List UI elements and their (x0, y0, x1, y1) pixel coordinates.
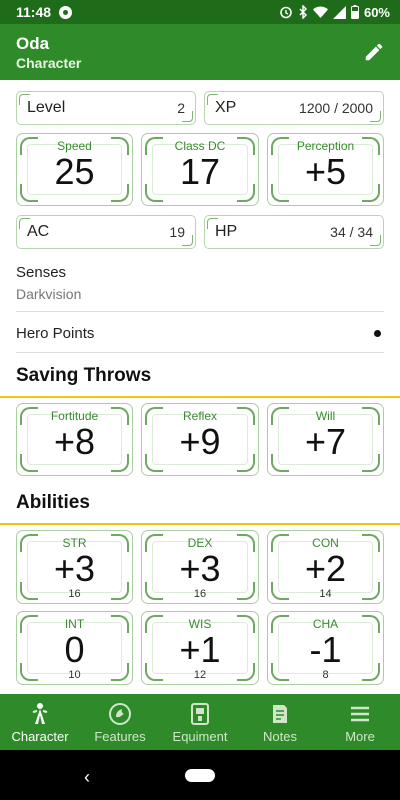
nav-features[interactable]: Features (80, 694, 160, 750)
character-icon (32, 703, 48, 724)
level-label: Level (27, 99, 66, 116)
level-value: 2 (177, 100, 185, 116)
ac-label: AC (27, 223, 50, 240)
hp-field[interactable]: HP 34 / 34 (204, 215, 384, 249)
nav-more[interactable]: More (320, 694, 400, 750)
status-bar: 11:48 60% (0, 0, 400, 24)
will-card[interactable]: Will +7 (267, 403, 384, 476)
ability-modifier: +3 (53, 548, 96, 589)
edit-button[interactable] (360, 38, 388, 66)
ac-value: 19 (169, 224, 185, 240)
equipment-icon (191, 703, 209, 725)
ability-score: 12 (193, 669, 207, 681)
ability-score: 10 (68, 669, 81, 681)
xp-value: 1200 / 2000 (299, 100, 373, 116)
ability-score: 14 (319, 588, 332, 600)
senses-value: Darkvision (16, 286, 82, 302)
nav-label: Features (94, 729, 146, 744)
notification-icon (59, 5, 73, 19)
battery-percent: 60% (363, 4, 390, 20)
back-icon[interactable]: ‹ (84, 767, 90, 788)
will-value: +7 (304, 421, 347, 462)
perception-value: +5 (304, 151, 347, 192)
ability-modifier: +2 (304, 548, 347, 589)
system-navigation-bar: ‹ (0, 750, 400, 800)
ability-dex-card[interactable]: DEX +3 16 (141, 530, 259, 604)
section-divider (0, 396, 400, 398)
hero-points-row[interactable]: Hero Points (16, 323, 384, 343)
speed-card[interactable]: Speed 25 (16, 133, 133, 206)
page-subtitle: Character (16, 55, 82, 71)
ability-score: 16 (193, 588, 207, 600)
app-bar: Oda Character (0, 24, 400, 80)
reflex-card[interactable]: Reflex +9 (141, 403, 259, 476)
nav-equipment[interactable]: Equiment (160, 694, 240, 750)
bottom-navigation: Character Features Equiment Notes More (0, 694, 400, 750)
fortitude-card[interactable]: Fortitude +8 (16, 403, 133, 476)
senses-row[interactable]: Senses Darkvision (16, 264, 384, 302)
divider (16, 352, 384, 353)
ability-modifier: +1 (179, 629, 221, 670)
hp-value: 34 / 34 (330, 224, 373, 240)
class-dc-value: 17 (179, 151, 221, 192)
pencil-icon (365, 43, 383, 61)
nav-label: Character (11, 729, 69, 744)
notes-icon (273, 705, 287, 723)
hero-points-label: Hero Points (16, 324, 95, 342)
ability-modifier: -1 (309, 629, 342, 670)
xp-field[interactable]: XP 1200 / 2000 (204, 91, 384, 125)
wifi-icon (312, 6, 328, 18)
abilities-title: Abilities (16, 492, 90, 513)
ac-field[interactable]: AC 19 (16, 215, 196, 249)
ability-con-card[interactable]: CON +2 14 (267, 530, 384, 604)
level-field[interactable]: Level 2 (16, 91, 196, 125)
ability-int-card[interactable]: INT 0 10 (16, 611, 133, 685)
page-title: Oda (16, 34, 50, 53)
divider (16, 311, 384, 312)
signal-icon (332, 5, 346, 19)
character-content[interactable]: Level 2 XP 1200 / 2000 Speed 25 Class DC… (0, 80, 400, 694)
nav-label: Notes (263, 729, 297, 744)
hero-point-dot[interactable] (374, 329, 381, 337)
class-dc-card[interactable]: Class DC 17 (141, 133, 259, 206)
hp-label: HP (215, 223, 238, 240)
battery-icon (350, 5, 359, 19)
ability-score: 8 (322, 669, 329, 681)
perception-card[interactable]: Perception +5 (267, 133, 384, 206)
ability-score: 16 (68, 588, 81, 600)
speed-value: 25 (54, 151, 95, 192)
senses-label: Senses (16, 264, 67, 281)
saving-throws-title: Saving Throws (16, 365, 152, 386)
section-divider (0, 523, 400, 525)
ability-str-card[interactable]: STR +3 16 (16, 530, 133, 604)
features-icon (109, 703, 131, 725)
reflex-value: +9 (179, 421, 221, 462)
home-button[interactable] (185, 768, 215, 782)
alarm-icon (279, 5, 293, 19)
nav-notes[interactable]: Notes (240, 694, 320, 750)
nav-character[interactable]: Character (0, 694, 80, 750)
fortitude-value: +8 (53, 421, 96, 462)
ability-cha-card[interactable]: CHA -1 8 (267, 611, 384, 685)
ability-wis-card[interactable]: WIS +1 12 (141, 611, 259, 685)
bluetooth-icon (298, 5, 308, 19)
status-time: 11:48 (16, 4, 52, 20)
nav-label: Equiment (172, 729, 228, 744)
ability-modifier: 0 (64, 629, 85, 670)
menu-icon (351, 706, 369, 722)
ability-modifier: +3 (179, 548, 221, 589)
xp-label: XP (215, 99, 237, 116)
nav-label: More (345, 729, 375, 744)
